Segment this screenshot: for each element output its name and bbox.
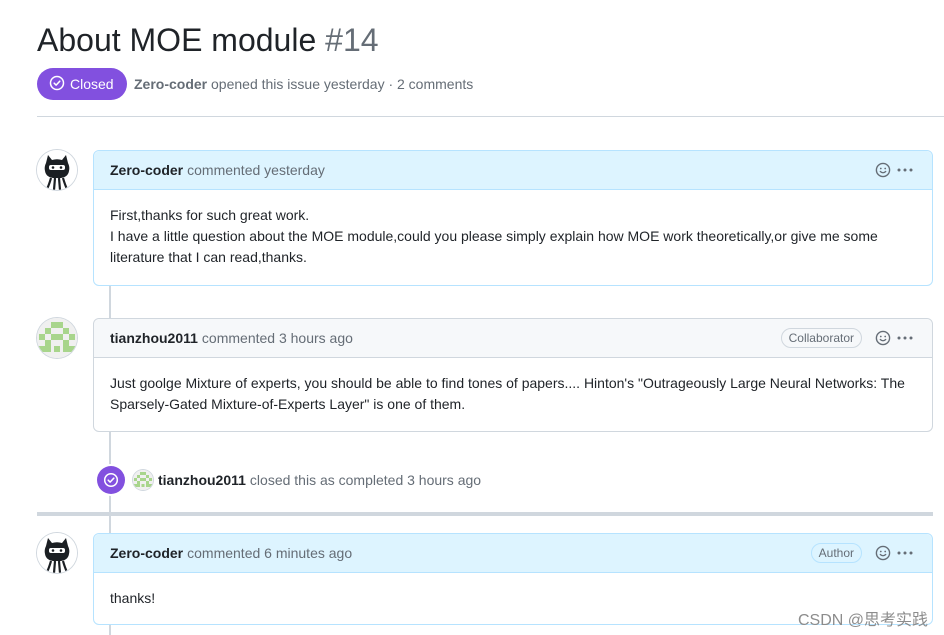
comment-text: First,thanks for such great work.	[110, 207, 310, 223]
state-label: Closed	[70, 76, 114, 92]
comment-timestamp[interactable]: commented 3 hours ago	[202, 330, 353, 346]
comment-card: tianzhou2011 commented 3 hours ago Colla…	[93, 318, 933, 432]
comment-header: Zero-coder commented yesterday	[94, 151, 932, 190]
avatar[interactable]	[133, 470, 153, 490]
avatar[interactable]	[37, 150, 77, 190]
collaborator-label: Collaborator	[780, 328, 862, 348]
issue-number: #14	[325, 22, 379, 58]
kebab-horizontal-icon[interactable]	[894, 159, 916, 181]
comment-text: I have a little question about the MOE m…	[110, 228, 878, 265]
comment-body: First,thanks for such great work. I have…	[94, 190, 932, 284]
smiley-icon[interactable]	[872, 159, 894, 181]
identicon-avatar	[37, 318, 77, 358]
timeline-divider	[37, 512, 933, 516]
comment-header: tianzhou2011 commented 3 hours ago Colla…	[94, 319, 932, 358]
state-badge: Closed	[37, 68, 127, 100]
issue-title-text: About MOE module	[37, 22, 317, 58]
comment-timestamp[interactable]: commented 6 minutes ago	[187, 545, 352, 561]
timeline-connector	[109, 286, 111, 319]
watermark: CSDN @思考实践	[797, 612, 928, 629]
comment-body: Just goolge Mixture of experts, you shou…	[94, 358, 932, 431]
octocat-avatar	[37, 150, 77, 190]
smiley-icon[interactable]	[872, 327, 894, 349]
comment-author[interactable]: Zero-coder	[110, 162, 183, 178]
comment-text: Just goolge Mixture of experts, you shou…	[110, 375, 905, 412]
comment-header: Zero-coder commented 6 minutes ago Autho…	[94, 534, 932, 573]
check-circle-icon	[97, 466, 125, 494]
header-divider	[37, 116, 944, 117]
kebab-horizontal-icon[interactable]	[894, 542, 916, 564]
check-circle-icon	[49, 75, 65, 94]
timeline-connector	[109, 516, 111, 534]
timeline-event-closed: tianzhou2011 closed this as completed 3 …	[97, 466, 481, 494]
avatar[interactable]	[37, 318, 77, 358]
comment-text: thanks!	[110, 590, 156, 606]
comment-card: Zero-coder commented yesterday First,tha…	[93, 150, 933, 286]
smiley-icon[interactable]	[872, 542, 894, 564]
event-actor[interactable]: tianzhou2011	[158, 472, 246, 488]
comment-timestamp[interactable]: commented yesterday	[187, 162, 325, 178]
issue-opened-text: opened this issue yesterday · 2 comments	[211, 76, 474, 92]
comment-author[interactable]: Zero-coder	[110, 545, 183, 561]
author-label: Author	[810, 543, 862, 563]
comment-author[interactable]: tianzhou2011	[110, 330, 198, 346]
issue-title: About MOE module #14	[37, 18, 379, 62]
identicon-avatar	[133, 470, 153, 490]
kebab-horizontal-icon[interactable]	[894, 327, 916, 349]
issue-meta: Zero-coder opened this issue yesterday ·…	[134, 74, 473, 94]
octocat-avatar	[37, 533, 77, 573]
timeline-connector	[109, 625, 111, 635]
avatar[interactable]	[37, 533, 77, 573]
issue-opener-link[interactable]: Zero-coder	[134, 76, 207, 92]
event-text: closed this as completed 3 hours ago	[249, 472, 482, 488]
